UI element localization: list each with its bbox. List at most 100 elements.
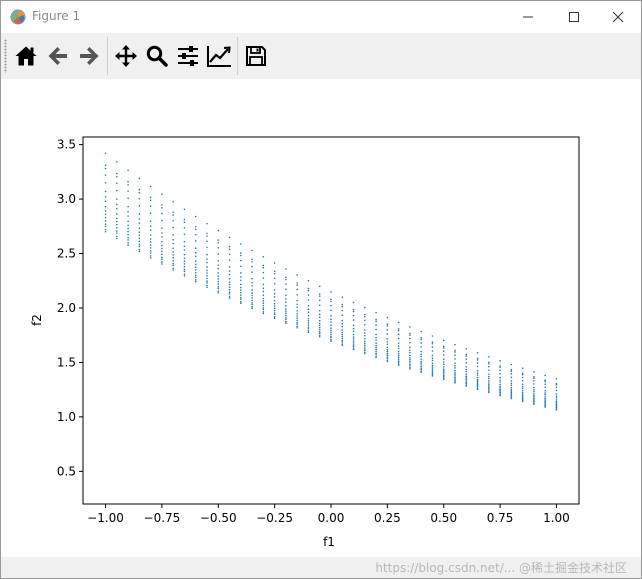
scatter-point [375,342,377,344]
scatter-point [318,310,321,312]
scatter-point [194,280,197,283]
scatter-point [217,260,220,262]
scatter-point [442,369,445,372]
scatter-point [127,239,129,241]
zoom-button[interactable] [143,42,171,70]
scatter-point [533,393,535,395]
scatter-point [510,391,513,394]
scatter-point [228,293,231,295]
scatter-point [420,338,422,341]
scatter-plot[interactable]: −1.00 −0.75 −0.50 −0.25 0.00 0.25 0.50 0.75 1.00… [1,79,641,557]
maximize-button[interactable] [551,1,597,33]
scatter-point [228,281,231,283]
scatter-point [375,344,377,347]
scatter-point [510,392,513,395]
scatter-point [206,246,208,249]
forward-button[interactable] [75,42,103,70]
scatter-point [194,228,197,231]
scatter-point [206,266,208,268]
title-bar[interactable]: Figure 1 [1,1,641,33]
scatter-point [352,336,355,338]
toolbar-grip[interactable] [4,39,7,73]
scatter-point [240,291,242,294]
scatter-point [442,339,445,342]
scatter-point [251,302,253,304]
scatter-point [521,389,524,392]
scatter-point [206,261,208,264]
scatter-point [352,348,355,351]
scatter-point [194,251,197,254]
configure-subplots-button[interactable] [174,42,202,70]
scatter-point [194,247,197,249]
scatter-point [555,378,558,380]
scatter-point [138,197,141,200]
scatter-point [104,210,107,212]
sliders-icon [178,46,198,66]
scatter-point [454,371,456,374]
scatter-point [273,307,276,310]
scatter-point [330,338,332,341]
scatter-point [262,311,265,313]
scatter-point [521,379,524,382]
scatter-point [161,250,163,253]
scatter-point [228,288,231,291]
scatter-point [104,205,107,208]
scatter-point [262,300,265,302]
move-icon [115,45,137,67]
home-button[interactable] [12,42,40,70]
minimize-button[interactable] [505,1,551,33]
scatter-point [307,294,310,296]
scatter-point [330,324,332,327]
figure-canvas[interactable]: −1.00 −0.75 −0.50 −0.25 0.00 0.25 0.50 0.75 1.00… [1,79,641,557]
scatter-point [161,261,163,263]
scatter-point [330,318,332,320]
scatter-point [375,348,377,351]
scatter-point [307,315,310,317]
scatter-point [352,310,355,313]
scatter-point [454,358,456,360]
scatter-point [149,241,152,243]
scatter-point [555,396,558,399]
pan-button[interactable] [112,42,140,70]
scatter-point [544,406,546,408]
edit-axis-button[interactable] [205,42,233,70]
scatter-point [183,208,186,211]
scatter-point [172,269,174,271]
scatter-point [442,378,445,381]
scatter-point [341,325,344,328]
scatter-point [240,279,242,282]
scatter-point [442,345,445,348]
scatter-point [555,395,558,397]
scatter-point [217,283,220,285]
scatter-point [228,245,231,248]
scatter-point [341,296,344,299]
scatter-point [285,318,287,321]
scatter-point [465,370,468,373]
scatter-point [364,332,366,334]
back-button[interactable] [44,42,72,70]
scatter-point [555,384,558,386]
scatter-point [104,223,107,225]
scatter-point [172,211,174,214]
scatter-point [341,303,344,306]
scatter-point [116,227,118,229]
status-bar: https://blog.csdn.net/... @稀土掘金技术社区 [1,557,641,578]
scatter-point [510,373,513,375]
scatter-point [442,366,445,368]
scatter-point [397,361,400,363]
scatter-point [364,352,366,355]
scatter-point [420,371,422,374]
save-button[interactable] [242,42,270,70]
close-button[interactable] [595,1,641,33]
scatter-point [318,316,321,318]
scatter-point [138,213,141,215]
scatter-point [296,303,298,306]
scatter-point [104,174,107,176]
scatter-point [420,350,422,353]
scatter-point [521,394,524,397]
scatter-point [318,332,321,335]
arrow-right-icon [80,47,99,65]
scatter-point [375,336,377,339]
scatter-point [217,239,220,241]
scatter-point [172,201,174,203]
